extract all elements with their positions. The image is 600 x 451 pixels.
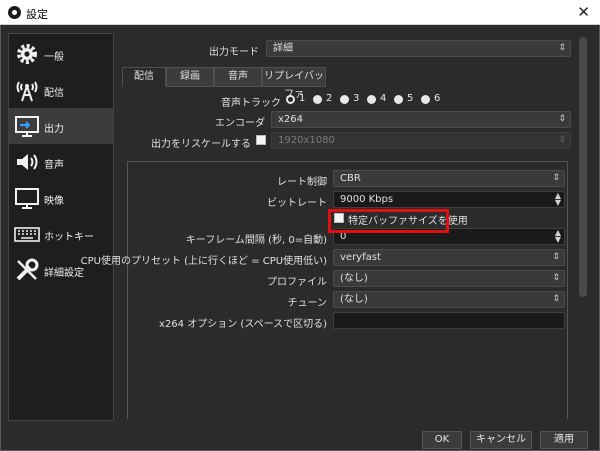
track-4-label: 4 — [380, 93, 387, 104]
obs-logo-icon — [8, 6, 21, 19]
sidebar-item-label: 配信 — [44, 88, 64, 99]
rescale-resolution-select[interactable]: 1920x1080 ⇕ — [271, 132, 571, 149]
highlight-box — [328, 209, 449, 233]
spin-arrows-icon[interactable]: ▲ ▼ — [555, 192, 561, 207]
title-bar: 設定 ✕ — [0, 0, 600, 25]
track-1-label: 1 — [299, 93, 306, 104]
track-6-label: 6 — [434, 93, 441, 104]
output-mode-label: 出力モード — [209, 47, 259, 58]
track-3-label: 3 — [353, 93, 360, 104]
spin-arrows-icon[interactable]: ▲ ▼ — [555, 229, 561, 244]
encoder-value: x264 — [278, 114, 304, 125]
bitrate-spinbox[interactable]: 9000 Kbps ▲ ▼ — [333, 191, 565, 208]
encoder-label: エンコーダ — [215, 118, 265, 129]
combo-arrows-icon: ⇕ — [558, 43, 566, 53]
combo-arrows-icon: ⇕ — [552, 252, 560, 262]
cancel-button[interactable]: キャンセル — [470, 431, 532, 449]
rate-control-value: CBR — [340, 173, 361, 184]
output-mode-select[interactable]: 詳細 ⇕ — [266, 40, 571, 57]
profile-select[interactable]: (なし) ⇕ — [333, 270, 565, 287]
wrench-icon — [16, 258, 39, 281]
rescale-value: 1920x1080 — [278, 135, 335, 146]
tune-value: (なし) — [340, 294, 368, 305]
tab-streaming[interactable]: 配信 — [122, 67, 166, 87]
rate-control-label: レート制御 — [277, 177, 327, 188]
track-4-radio[interactable] — [367, 95, 376, 104]
vertical-scrollbar[interactable] — [579, 37, 587, 297]
output-icon — [15, 116, 39, 137]
track-6-radio[interactable] — [421, 95, 430, 104]
sidebar-item-label: 音声 — [44, 160, 64, 171]
track-5-label: 5 — [407, 93, 414, 104]
cpu-preset-label: CPU使用のプリセット (上に行くほど = CPU使用低い) — [80, 256, 327, 267]
track-3-radio[interactable] — [340, 95, 349, 104]
tab-replay-buffer[interactable]: リプレイバッファ — [262, 67, 326, 100]
bitrate-value: 9000 Kbps — [340, 194, 394, 205]
combo-arrows-icon: ⇕ — [558, 135, 566, 145]
sidebar: 一般 配信 出力 音声 映像 ホットキー 詳細設定 — [8, 33, 114, 421]
track-2-label: 2 — [326, 93, 333, 104]
sidebar-item-label: 出力 — [44, 124, 64, 135]
tab-recording[interactable]: 録画 — [166, 67, 214, 87]
gear-icon — [17, 44, 37, 64]
combo-arrows-icon: ⇕ — [558, 114, 566, 124]
track-5-radio[interactable] — [394, 95, 403, 104]
tab-audio[interactable]: 音声 — [214, 67, 262, 87]
rescale-checkbox[interactable] — [256, 135, 266, 145]
settings-window: 一般 配信 出力 音声 映像 ホットキー 詳細設定 出力モード 詳細 ⇕ 配信 … — [0, 25, 600, 451]
combo-arrows-icon: ⇕ — [552, 294, 560, 304]
rescale-label: 出力をリスケールする — [151, 139, 251, 150]
bitrate-label: ビットレート — [267, 198, 327, 209]
keyboard-icon — [14, 227, 40, 242]
sidebar-item-hotkeys[interactable]: ホットキー — [9, 216, 113, 252]
sidebar-item-label: 一般 — [44, 52, 64, 63]
sidebar-item-stream[interactable]: 配信 — [9, 72, 113, 108]
apply-button[interactable]: 適用 — [540, 431, 588, 449]
tune-label: チューン — [287, 298, 328, 309]
sidebar-item-label: ホットキー — [44, 232, 94, 243]
rate-control-select[interactable]: CBR ⇕ — [333, 170, 565, 187]
cpu-preset-select[interactable]: veryfast ⇕ — [333, 249, 565, 266]
sidebar-item-label: 詳細設定 — [44, 268, 84, 279]
ok-button[interactable]: OK — [422, 431, 462, 449]
encoder-select[interactable]: x264 ⇕ — [271, 111, 571, 128]
tune-select[interactable]: (なし) ⇕ — [333, 291, 565, 308]
sidebar-item-output[interactable]: 出力 — [9, 108, 113, 144]
profile-label: プロファイル — [267, 277, 327, 288]
speaker-icon — [17, 154, 38, 170]
keyframe-label: キーフレーム間隔 (秒, 0=自動) — [185, 235, 327, 246]
sidebar-item-general[interactable]: 一般 — [9, 36, 113, 72]
monitor-icon — [15, 188, 39, 209]
close-icon[interactable]: ✕ — [577, 3, 590, 21]
combo-arrows-icon: ⇕ — [552, 173, 560, 183]
sidebar-item-label: 映像 — [44, 196, 64, 207]
x264-options-input[interactable] — [333, 312, 565, 329]
broadcast-icon — [16, 81, 38, 102]
cpu-preset-value: veryfast — [340, 252, 381, 263]
output-mode-value: 詳細 — [273, 43, 293, 54]
sidebar-item-video[interactable]: 映像 — [9, 180, 113, 216]
x264-options-label: x264 オプション (スペースで区切る) — [159, 319, 327, 330]
encoder-settings-group: レート制御 CBR ⇕ ビットレート 9000 Kbps ▲ ▼ 特定バッファサイ… — [81, 161, 568, 419]
combo-arrows-icon: ⇕ — [552, 273, 560, 283]
profile-value: (なし) — [340, 273, 368, 284]
window-title: 設定 — [26, 8, 48, 21]
track-1-radio[interactable] — [286, 95, 295, 104]
output-settings-panel: 出力モード 詳細 ⇕ 配信 録画 音声 リプレイバッファ 音声トラック 1 2 … — [81, 33, 592, 449]
track-2-radio[interactable] — [313, 95, 322, 104]
audio-track-label: 音声トラック — [221, 98, 281, 109]
sidebar-item-audio[interactable]: 音声 — [9, 144, 113, 180]
